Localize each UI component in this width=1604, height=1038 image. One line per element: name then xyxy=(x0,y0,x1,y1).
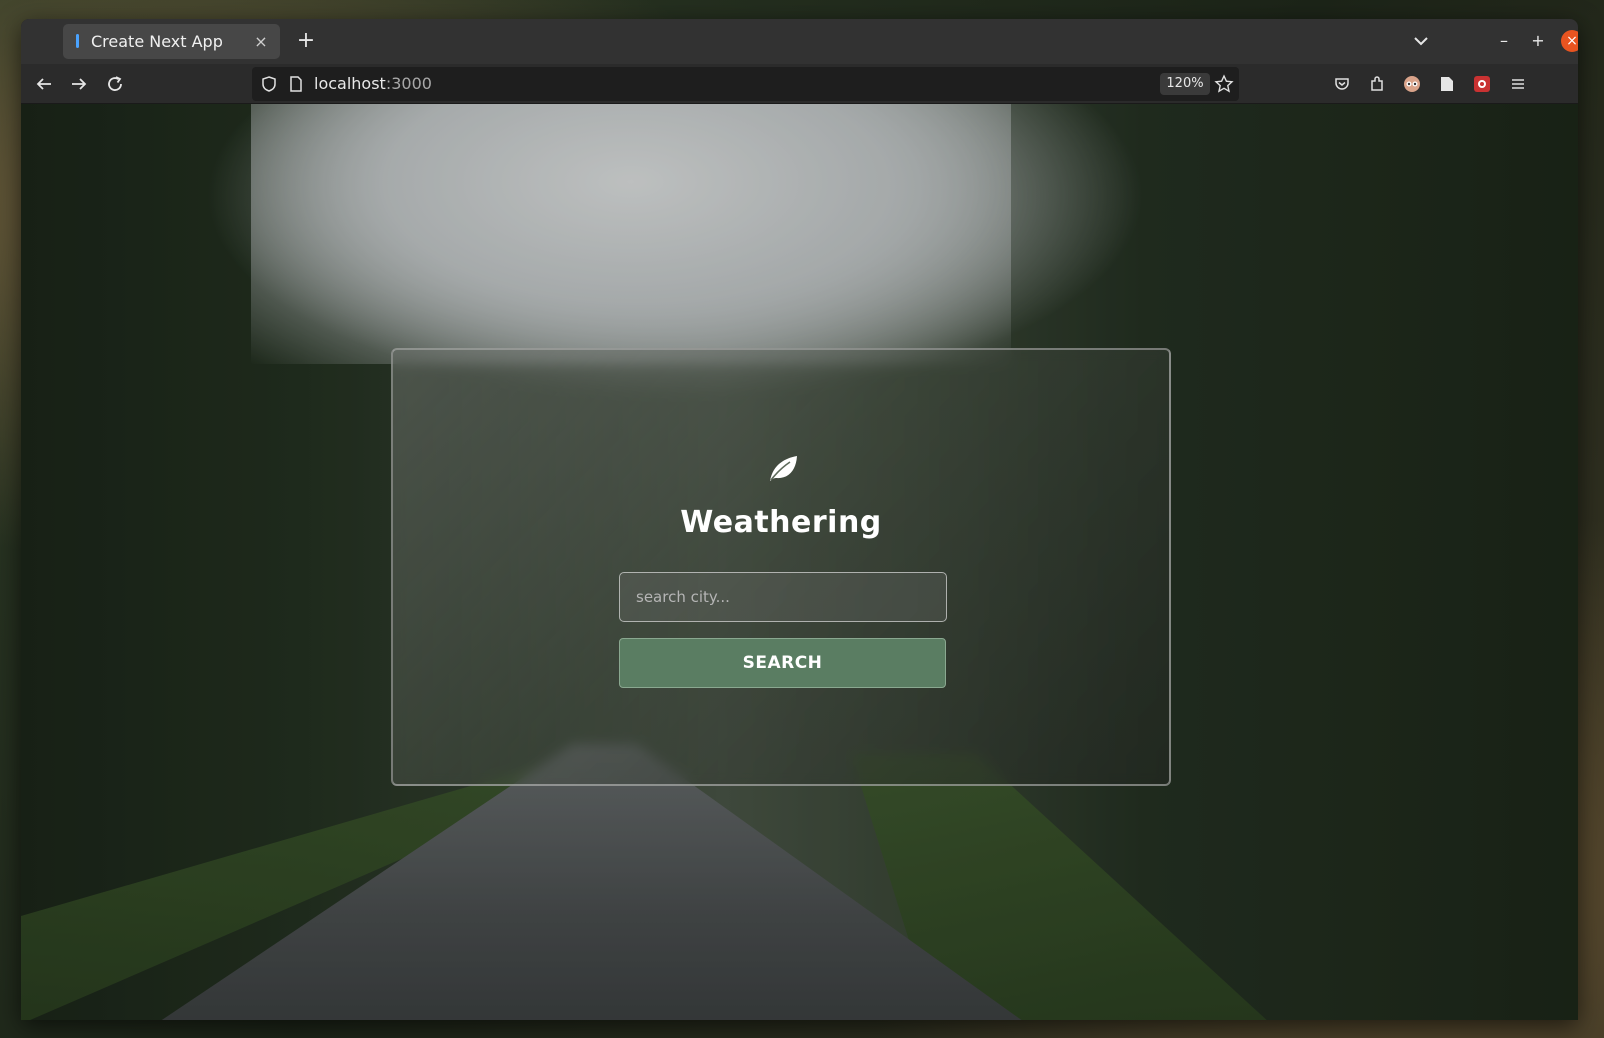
search-card: Weathering SEARCH xyxy=(391,348,1171,786)
shield-icon[interactable] xyxy=(260,75,278,97)
close-window-button[interactable]: × xyxy=(1561,30,1578,52)
forward-icon[interactable] xyxy=(67,72,91,96)
tab-close-icon[interactable]: × xyxy=(252,32,270,51)
tab-bar: Create Next App × + – + × xyxy=(21,19,1578,64)
tab-active[interactable]: Create Next App × xyxy=(63,24,280,59)
nav-bar: localhost:3000 120% xyxy=(21,64,1578,104)
url-host: localhost xyxy=(314,74,386,93)
back-icon[interactable] xyxy=(32,72,56,96)
city-search-input[interactable] xyxy=(619,572,947,622)
url-bar[interactable]: localhost:3000 120% xyxy=(252,67,1239,101)
page-content: Weathering SEARCH xyxy=(21,104,1578,1020)
page-icon[interactable] xyxy=(288,75,304,97)
new-tab-button[interactable]: + xyxy=(292,27,320,55)
leaf-logo-icon xyxy=(766,451,800,485)
reader-icon[interactable] xyxy=(1435,72,1459,96)
menu-icon[interactable] xyxy=(1506,72,1530,96)
maximize-button[interactable]: + xyxy=(1527,30,1549,52)
url-text: localhost:3000 xyxy=(314,74,432,93)
favicon-icon xyxy=(73,33,81,50)
tab-list-chevron-icon[interactable] xyxy=(1409,29,1433,53)
addon-red-icon[interactable] xyxy=(1470,72,1494,96)
reload-icon[interactable] xyxy=(103,72,127,96)
browser-window: Create Next App × + – + × localhost:3000 xyxy=(21,19,1578,1020)
bookmark-star-icon[interactable] xyxy=(1214,74,1234,98)
tab-title: Create Next App xyxy=(91,32,223,51)
zoom-level[interactable]: 120% xyxy=(1160,73,1210,95)
extensions-icon[interactable] xyxy=(1365,72,1389,96)
addon-mask-icon[interactable] xyxy=(1400,72,1424,96)
pocket-icon[interactable] xyxy=(1330,72,1354,96)
app-title: Weathering xyxy=(680,505,882,540)
minimize-button[interactable]: – xyxy=(1493,30,1515,52)
url-port: :3000 xyxy=(385,74,432,93)
search-button[interactable]: SEARCH xyxy=(619,638,946,688)
